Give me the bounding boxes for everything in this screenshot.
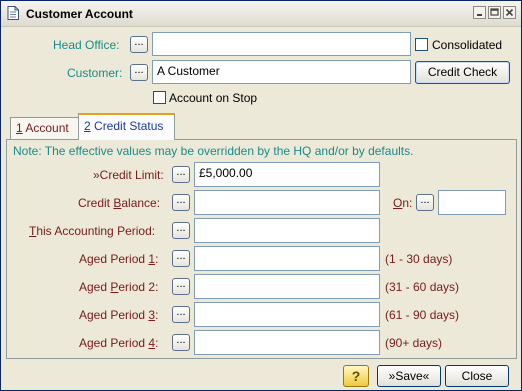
aged-period-3-label: Aged Period 3: (79, 308, 159, 322)
maximize-button[interactable] (488, 6, 501, 19)
aged-period-2-lookup-button[interactable]: ... (172, 278, 190, 295)
account-on-stop-checkbox[interactable] (153, 91, 166, 104)
head-office-field[interactable] (152, 32, 411, 56)
maximize-icon (490, 8, 499, 16)
tab-credit-status[interactable]: 2 Credit Status (78, 113, 175, 140)
consolidated-label: Consolidated (432, 38, 503, 52)
tab-credit-status-number: 2 (84, 119, 91, 133)
help-button[interactable]: ? (343, 365, 369, 387)
override-note: Note: The effective values may be overri… (13, 144, 414, 158)
head-office-lookup-button[interactable]: ... (130, 36, 148, 53)
on-date-field[interactable] (438, 190, 506, 215)
aged-period-2-label: Aged Period 2: (79, 280, 159, 294)
credit-balance-label: Credit Balance: (78, 196, 161, 210)
save-button[interactable]: »Save« (377, 365, 441, 387)
tab-credit-status-label: Credit Status (90, 119, 164, 133)
aged-period-2-field[interactable] (194, 274, 380, 299)
aged-period-1-range: (1 - 30 days) (385, 252, 453, 266)
close-button[interactable]: Close (445, 365, 509, 387)
consolidated-checkbox[interactable] (415, 38, 428, 51)
window-title: Customer Account (26, 7, 133, 21)
tab-account-number: 1 (16, 121, 23, 135)
aged-period-2-range: (31 - 60 days) (385, 280, 460, 294)
aged-period-4-label: Aged Period 4: (79, 336, 159, 350)
aged-period-3-field[interactable] (194, 302, 380, 327)
document-icon (7, 6, 19, 20)
aged-period-3-range: (61 - 90 days) (385, 308, 460, 322)
close-icon (505, 8, 514, 17)
title-bar[interactable]: Customer Account (1, 1, 521, 27)
help-icon: ? (351, 368, 361, 384)
aged-period-3-lookup-button[interactable]: ... (172, 306, 190, 323)
this-accounting-period-label: This Accounting Period: (29, 224, 156, 238)
credit-balance-field[interactable] (194, 190, 380, 215)
close-window-button[interactable] (503, 6, 516, 19)
aged-period-4-lookup-button[interactable]: ... (172, 334, 190, 351)
on-date-lookup-button[interactable]: ... (416, 194, 434, 211)
head-office-label: Head Office: (53, 38, 120, 52)
customer-label: Customer: (67, 66, 123, 80)
this-period-lookup-button[interactable]: ... (172, 222, 190, 239)
customer-account-window: Customer Account Head Office: ... Consol… (0, 0, 522, 391)
aged-period-1-lookup-button[interactable]: ... (172, 250, 190, 267)
aged-period-1-label: Aged Period 1: (79, 252, 159, 266)
credit-check-button[interactable]: Credit Check (415, 61, 510, 84)
aged-period-4-field[interactable] (194, 330, 380, 355)
credit-limit-lookup-button[interactable]: ... (172, 166, 190, 183)
this-period-field[interactable] (194, 218, 380, 243)
credit-limit-label: »Credit Limit: (93, 168, 164, 182)
customer-field[interactable]: A Customer (152, 60, 411, 84)
aged-period-4-range: (90+ days) (385, 336, 443, 350)
aged-period-1-field[interactable] (194, 246, 380, 271)
tab-account[interactable]: 1 Account (10, 117, 79, 139)
customer-lookup-button[interactable]: ... (130, 64, 148, 81)
credit-limit-field[interactable]: £5,000.00 (194, 162, 380, 187)
minimize-button[interactable] (473, 6, 486, 19)
account-on-stop-label: Account on Stop (169, 91, 258, 105)
minimize-icon (477, 14, 482, 16)
tab-account-label: Account (22, 121, 69, 135)
on-label: On: (393, 196, 413, 210)
credit-balance-lookup-button[interactable]: ... (172, 194, 190, 211)
